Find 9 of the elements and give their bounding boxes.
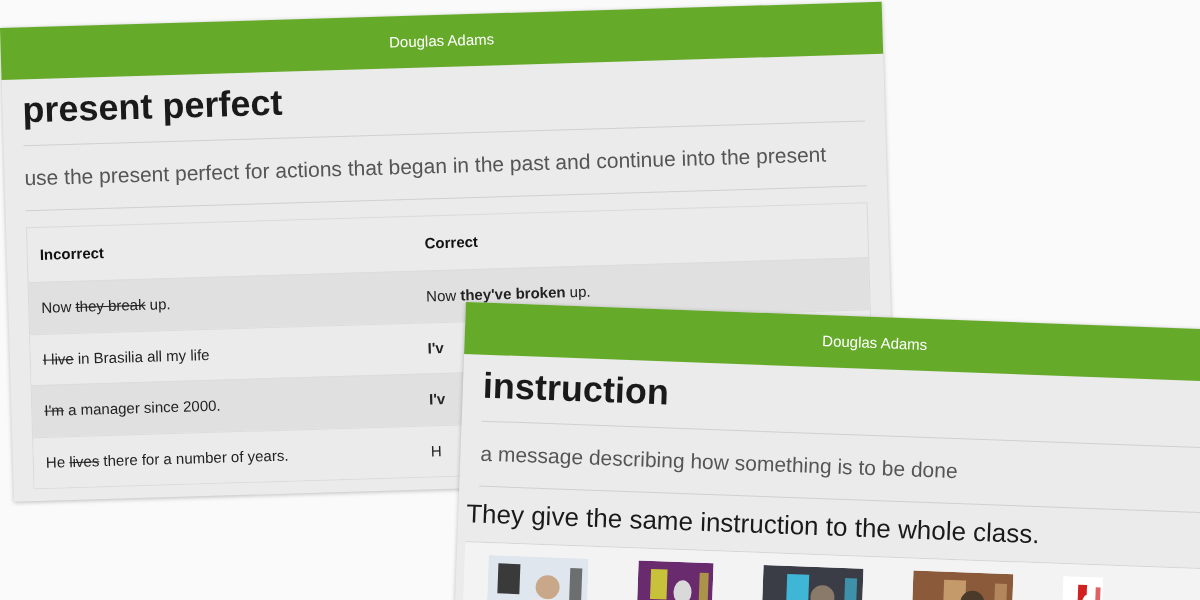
table-cell-text: I'm a manager since 2000. — [44, 395, 222, 421]
table-cell-text: Now they break up. — [41, 294, 172, 318]
header-title: Douglas Adams — [821, 330, 928, 355]
table-cell-text: Now they've broken up. — [425, 281, 592, 307]
table-cell-text: I live in Brasilia all my life — [42, 344, 211, 370]
header-title: Douglas Adams — [388, 29, 495, 53]
table-cell-text: He lives there for a number of years. — [45, 445, 290, 473]
column-header: Correct — [424, 231, 480, 253]
column-header: Incorrect — [39, 242, 106, 265]
